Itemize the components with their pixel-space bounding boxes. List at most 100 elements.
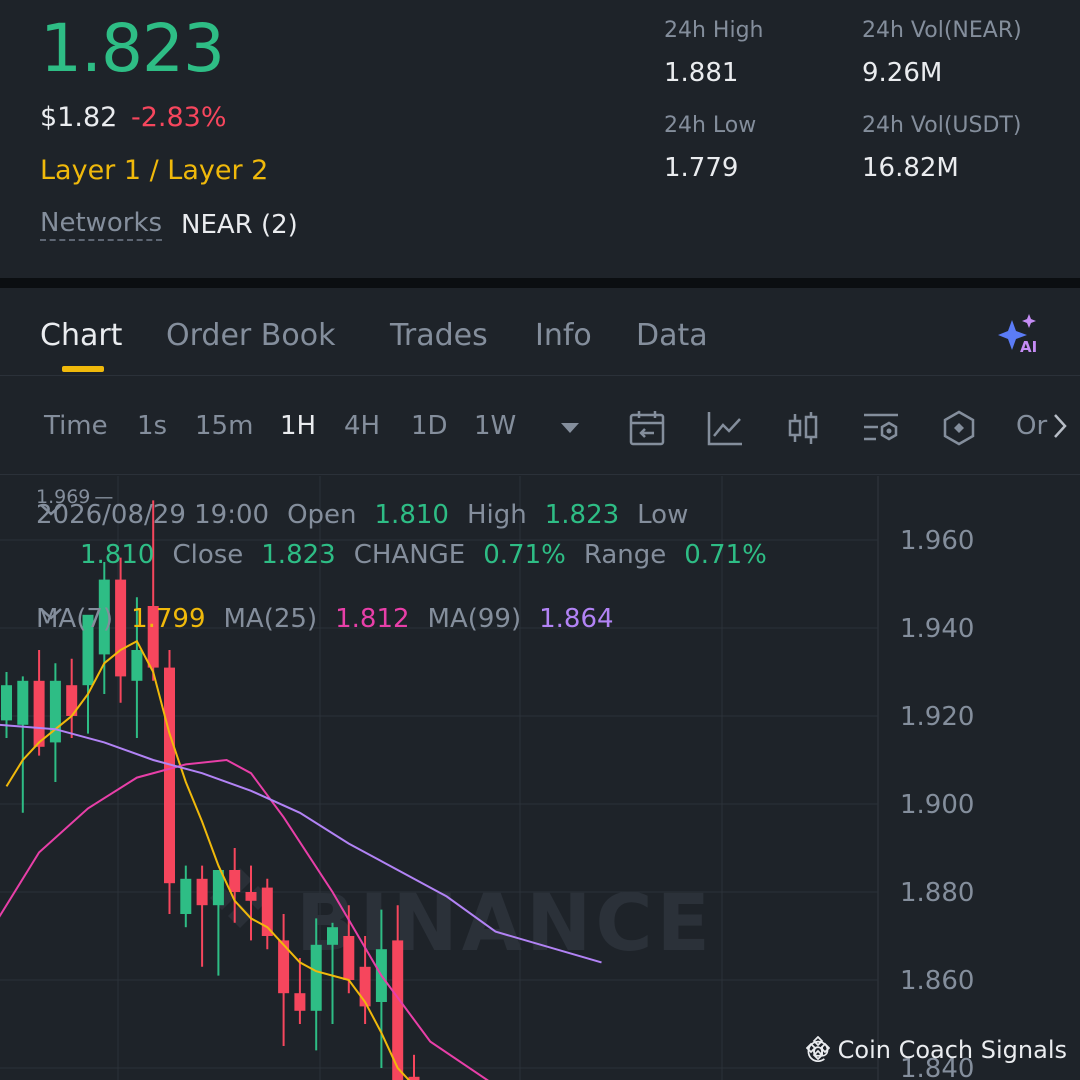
price-change-percent: -2.83% <box>131 102 227 133</box>
change-label: CHANGE <box>353 540 466 570</box>
y-tick-label: 1.880 <box>900 878 974 908</box>
timeframe-1w[interactable]: 1W <box>474 411 516 441</box>
candle-down <box>164 650 175 914</box>
candle-up <box>180 865 192 928</box>
candle-body <box>229 870 241 892</box>
indicator-settings-icon[interactable] <box>862 409 900 447</box>
tab-order-book[interactable]: Order Book <box>166 318 335 353</box>
active-tab-indicator <box>62 366 104 372</box>
candle-body <box>245 892 257 901</box>
low-24h-value: 1.779 <box>664 153 739 183</box>
timeframe-1s[interactable]: 1s <box>137 411 167 441</box>
candlestick-chart[interactable]: BINANCE 1.960 1.940 1.920 1.900 1.880 1.860 1.… <box>0 476 1080 1080</box>
ticker-header: 1.823 $1.82 -2.83% Layer 1 / Layer 2 Net… <box>0 0 1080 278</box>
ma25-value: 1.812 <box>335 604 410 634</box>
chevron-down-icon[interactable] <box>551 417 589 441</box>
candle-down <box>408 1054 420 1080</box>
candle-body <box>33 680 45 747</box>
networks-value: NEAR (2) <box>181 210 298 240</box>
timeframe-1d[interactable]: 1D <box>411 411 448 441</box>
more-tools-label[interactable]: Or <box>1016 411 1047 441</box>
high-24h-value: 1.881 <box>664 58 739 88</box>
chevron-down-icon[interactable] <box>36 500 66 520</box>
tab-trades[interactable]: Trades <box>390 318 488 353</box>
candle-up <box>17 676 29 813</box>
ohlc-info-row-1: 2026/08/29 19:00 Open 1.810 High 1.823 Low <box>36 500 706 530</box>
candle-body <box>164 667 175 884</box>
watermark-text: BINANCE <box>296 879 714 969</box>
usd-price: $1.82 <box>40 102 118 133</box>
candle-body <box>310 944 322 1011</box>
low-value: 1.810 <box>80 540 155 570</box>
candle-date: 2026/08/29 19:00 <box>36 500 270 530</box>
timeframe-15m[interactable]: 15m <box>195 411 253 441</box>
ma25-label: MA(25) <box>223 604 318 634</box>
candle-body <box>17 680 29 725</box>
section-divider <box>0 278 1080 288</box>
candle-up <box>49 663 61 782</box>
candle-body <box>131 650 143 681</box>
last-price: 1.823 <box>40 10 225 87</box>
high-24h-label: 24h High <box>664 18 764 43</box>
ma-info-row: MA(7) 1.799 MA(25) 1.812 MA(99) 1.864 <box>36 604 632 634</box>
range-label: Range <box>583 540 667 570</box>
y-tick-label: 1.960 <box>900 526 974 556</box>
ma7-value: 1.799 <box>131 604 206 634</box>
ma99-value: 1.864 <box>539 604 614 634</box>
binance-logo-icon <box>806 1036 830 1060</box>
candle-up <box>212 870 224 976</box>
vol-near-label: 24h Vol(NEAR) <box>862 18 1022 43</box>
tab-data[interactable]: Data <box>636 318 708 353</box>
change-value: 0.71% <box>483 540 566 570</box>
candle-down <box>278 914 290 1046</box>
category-tag[interactable]: Layer 1 / Layer 2 <box>40 155 268 186</box>
candle-body <box>261 887 273 936</box>
y-tick-label: 1.900 <box>900 790 974 820</box>
ohlc-info-row-2: 1.810 Close 1.823 CHANGE 0.71% Range 0.71% <box>80 540 785 570</box>
tab-bar: Chart Order Book Trades Info Data AI <box>0 288 1080 376</box>
high-value: 1.823 <box>544 500 620 530</box>
timeframe-4h[interactable]: 4H <box>344 411 380 441</box>
vol-usdt-label: 24h Vol(USDT) <box>862 113 1022 138</box>
chart-toolbar: Time 1s 15m 1H 4H 1D 1W Or <box>0 377 1080 475</box>
candle-body <box>196 878 208 906</box>
candle-down <box>261 878 273 950</box>
low-24h-label: 24h Low <box>664 113 757 138</box>
candle-body <box>327 927 338 945</box>
credit-watermark: @ Coin Coach Signals <box>806 1036 1067 1064</box>
timeframe-time[interactable]: Time <box>44 411 108 441</box>
tab-chart[interactable]: Chart <box>40 318 122 353</box>
low-label: Low <box>637 500 689 530</box>
candle-down <box>196 865 208 967</box>
candle-body <box>343 936 355 980</box>
open-value: 1.810 <box>374 500 449 530</box>
candle-body <box>294 993 306 1011</box>
line-chart-icon[interactable] <box>706 409 744 447</box>
ma99-label: MA(99) <box>427 604 522 634</box>
high-label: High <box>466 500 527 530</box>
tab-info[interactable]: Info <box>535 318 592 353</box>
vol-near-value: 9.26M <box>862 58 943 88</box>
ai-sparkle-icon[interactable]: AI <box>998 314 1044 354</box>
close-label: Close <box>172 540 244 570</box>
close-value: 1.823 <box>261 540 336 570</box>
y-tick-label: 1.860 <box>900 966 974 996</box>
chevron-right-icon[interactable] <box>1050 411 1070 441</box>
y-tick-label: 1.940 <box>900 614 974 644</box>
calendar-icon[interactable] <box>628 409 666 447</box>
candle-body <box>180 878 192 914</box>
svg-text:AI: AI <box>1020 338 1037 354</box>
vol-usdt-value: 16.82M <box>862 153 959 183</box>
open-label: Open <box>287 500 357 530</box>
y-tick-label: 1.920 <box>900 702 974 732</box>
hexagon-icon[interactable] <box>940 409 978 447</box>
chevron-down-icon[interactable] <box>36 604 66 624</box>
candle-icon[interactable] <box>784 409 822 447</box>
candle-up <box>1 672 12 738</box>
range-value: 0.71% <box>684 540 767 570</box>
candle-up <box>327 922 338 1024</box>
networks-label[interactable]: Networks <box>40 208 163 241</box>
timeframe-1h[interactable]: 1H <box>280 411 316 441</box>
candle-body <box>1 685 12 721</box>
candle-down <box>66 658 78 738</box>
